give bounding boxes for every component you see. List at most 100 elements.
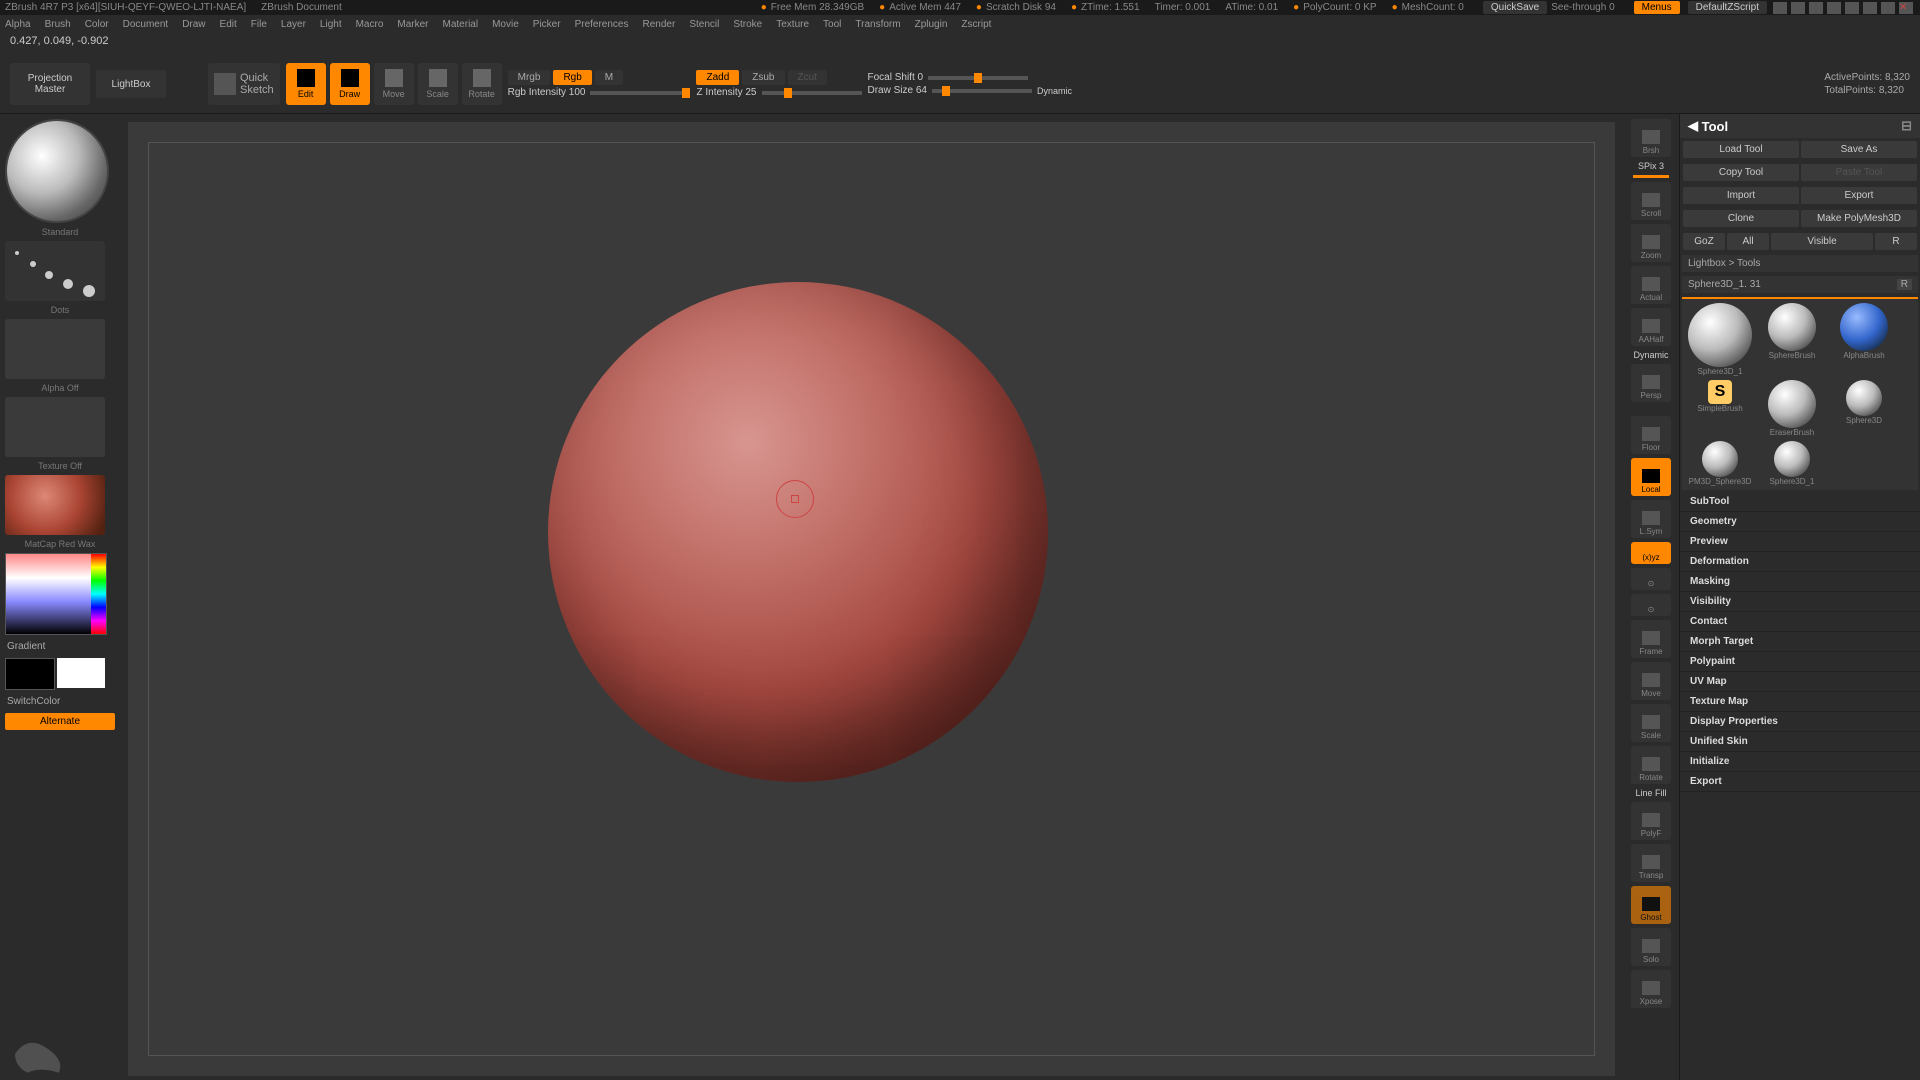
stroke-preview[interactable] <box>5 241 105 301</box>
menu-brush[interactable]: Brush <box>45 19 71 30</box>
accordion-export[interactable]: Export <box>1680 772 1920 792</box>
accordion-contact[interactable]: Contact <box>1680 612 1920 632</box>
menu-movie[interactable]: Movie <box>492 19 519 30</box>
accordion-texture-map[interactable]: Texture Map <box>1680 692 1920 712</box>
menu-stencil[interactable]: Stencil <box>689 19 719 30</box>
scale-mode-button[interactable]: Scale <box>418 63 458 105</box>
local-button[interactable]: Local <box>1631 458 1671 496</box>
ghost-button[interactable]: Ghost <box>1631 886 1671 924</box>
zsub-button[interactable]: Zsub <box>742 70 784 85</box>
tool-cell-PM3D_Sphere3D[interactable]: PM3D_Sphere3D <box>1686 441 1754 486</box>
export-button[interactable]: Export <box>1801 187 1917 204</box>
accordion-masking[interactable]: Masking <box>1680 572 1920 592</box>
accordion-unified-skin[interactable]: Unified Skin <box>1680 732 1920 752</box>
panel-pin-icon[interactable]: ⊟ <box>1901 118 1912 134</box>
lsym-button[interactable]: L.Sym <box>1631 500 1671 538</box>
menu-zplugin[interactable]: Zplugin <box>915 19 948 30</box>
material-preview[interactable] <box>5 475 105 535</box>
menu-zscript[interactable]: Zscript <box>961 19 991 30</box>
move-view-button[interactable]: Move <box>1631 662 1671 700</box>
persp-button[interactable]: Persp <box>1631 364 1671 402</box>
accordion-uv-map[interactable]: UV Map <box>1680 672 1920 692</box>
quicksave-button[interactable]: QuickSave <box>1483 1 1547 14</box>
swatch-white[interactable] <box>57 658 105 688</box>
zoom-button[interactable]: Zoom <box>1631 224 1671 262</box>
brush-preview[interactable] <box>5 119 109 223</box>
solo-button[interactable]: Solo <box>1631 928 1671 966</box>
aahalf-button[interactable]: AAHalf <box>1631 308 1671 346</box>
canvas-viewport[interactable] <box>128 122 1615 1076</box>
import-button[interactable]: Import <box>1683 187 1799 204</box>
rotate-view-button[interactable]: Rotate <box>1631 746 1671 784</box>
accordion-geometry[interactable]: Geometry <box>1680 512 1920 532</box>
clone-button[interactable]: Clone <box>1683 210 1799 227</box>
tool-r-button[interactable]: R <box>1897 279 1912 290</box>
menus-toggle[interactable]: Menus <box>1634 1 1680 14</box>
color-picker[interactable] <box>5 553 107 635</box>
alternate-button[interactable]: Alternate <box>5 713 115 730</box>
alpha-slot[interactable] <box>5 319 105 379</box>
frame-button[interactable]: Frame <box>1631 620 1671 658</box>
scroll-button[interactable]: Scroll <box>1631 182 1671 220</box>
save-as-button[interactable]: Save As <box>1801 141 1917 158</box>
move-mode-button[interactable]: Move <box>374 63 414 105</box>
zcut-button[interactable]: Zcut <box>788 70 827 85</box>
accordion-preview[interactable]: Preview <box>1680 532 1920 552</box>
accordion-visibility[interactable]: Visibility <box>1680 592 1920 612</box>
close-icon[interactable]: ✕ <box>1899 2 1913 14</box>
draw-size-slider[interactable]: Draw Size 64Dynamic <box>868 85 1072 96</box>
zadd-button[interactable]: Zadd <box>696 70 739 85</box>
tool-cell-Sphere3D[interactable]: Sphere3D <box>1830 380 1898 437</box>
rgb-button[interactable]: Rgb <box>553 70 591 85</box>
menu-draw[interactable]: Draw <box>182 19 205 30</box>
xpose-button[interactable]: Xpose <box>1631 970 1671 1008</box>
accordion-subtool[interactable]: SubTool <box>1680 492 1920 512</box>
window-icon[interactable] <box>1845 2 1859 14</box>
swatch-black[interactable] <box>5 658 55 690</box>
accordion-deformation[interactable]: Deformation <box>1680 552 1920 572</box>
goz-r-button[interactable]: R <box>1875 233 1917 250</box>
tool-cell-Sphere3D_1[interactable]: Sphere3D_1 <box>1686 303 1754 376</box>
switch-color-button[interactable]: SwitchColor <box>5 694 115 709</box>
menu-macro[interactable]: Macro <box>356 19 384 30</box>
rotate-mode-button[interactable]: Rotate <box>462 63 502 105</box>
accordion-morph-target[interactable]: Morph Target <box>1680 632 1920 652</box>
minimize-icon[interactable] <box>1863 2 1877 14</box>
sphere-mesh[interactable] <box>548 282 1048 782</box>
xyz-button[interactable]: (x)yz <box>1631 542 1671 564</box>
load-tool-button[interactable]: Load Tool <box>1683 141 1799 158</box>
menu-tool[interactable]: Tool <box>823 19 841 30</box>
gradient-toggle[interactable]: Gradient <box>5 639 115 654</box>
menu-alpha[interactable]: Alpha <box>5 19 31 30</box>
mrgb-button[interactable]: Mrgb <box>508 70 551 85</box>
scale-view-button[interactable]: Scale <box>1631 704 1671 742</box>
menu-edit[interactable]: Edit <box>220 19 237 30</box>
edit-mode-button[interactable]: Edit <box>286 63 326 105</box>
menu-picker[interactable]: Picker <box>533 19 561 30</box>
make-polymesh-button[interactable]: Make PolyMesh3D <box>1801 210 1917 227</box>
transp-button[interactable]: Transp <box>1631 844 1671 882</box>
rgb-intensity-slider[interactable]: Rgb Intensity 100 <box>508 87 691 98</box>
menu-stroke[interactable]: Stroke <box>733 19 762 30</box>
window-icon[interactable] <box>1773 2 1787 14</box>
tool-cell-EraserBrush[interactable]: EraserBrush <box>1758 380 1826 437</box>
accordion-display-properties[interactable]: Display Properties <box>1680 712 1920 732</box>
y-button[interactable]: ⊙ <box>1631 568 1671 590</box>
brush-shelf-button[interactable]: Brsh <box>1631 119 1671 157</box>
tool-cell-Sphere3D_1[interactable]: Sphere3D_1 <box>1758 441 1826 486</box>
actual-button[interactable]: Actual <box>1631 266 1671 304</box>
focal-shift-slider[interactable]: Focal Shift 0 <box>868 72 1072 83</box>
maximize-icon[interactable] <box>1881 2 1895 14</box>
goz-visible-button[interactable]: Visible <box>1771 233 1873 250</box>
menu-transform[interactable]: Transform <box>855 19 900 30</box>
lightbox-button[interactable]: LightBox <box>96 70 166 98</box>
accordion-polypaint[interactable]: Polypaint <box>1680 652 1920 672</box>
menu-light[interactable]: Light <box>320 19 342 30</box>
menu-preferences[interactable]: Preferences <box>575 19 629 30</box>
accordion-initialize[interactable]: Initialize <box>1680 752 1920 772</box>
window-icon[interactable] <box>1827 2 1841 14</box>
tool-cell-SphereBrush[interactable]: SphereBrush <box>1758 303 1826 376</box>
menu-marker[interactable]: Marker <box>397 19 428 30</box>
tool-cell-SimpleBrush[interactable]: SSimpleBrush <box>1686 380 1754 437</box>
menu-layer[interactable]: Layer <box>281 19 306 30</box>
